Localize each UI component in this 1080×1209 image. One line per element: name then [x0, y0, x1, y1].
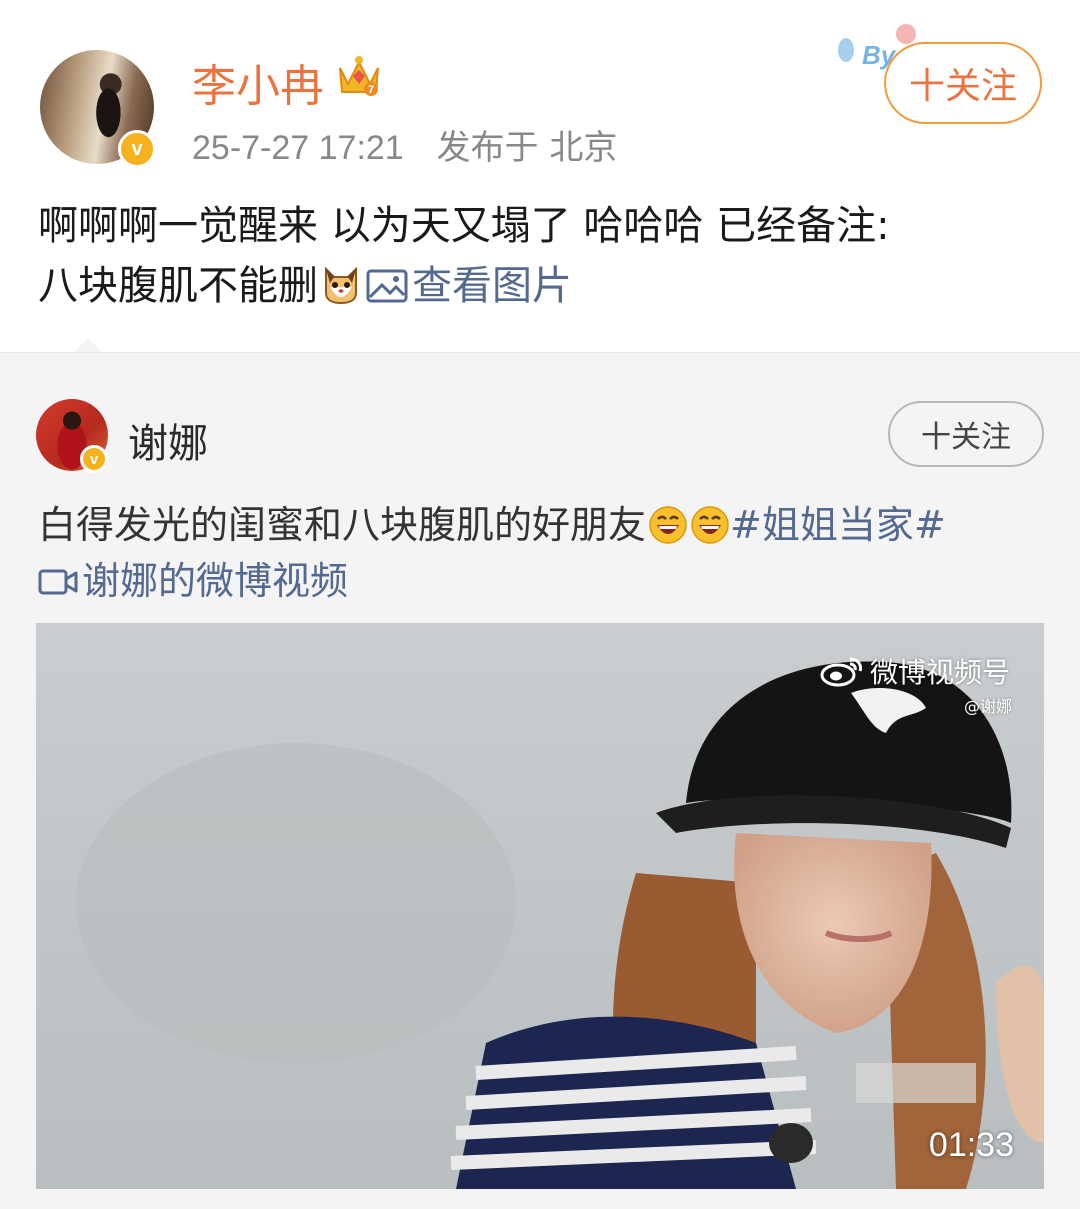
- view-image-link[interactable]: 查看图片: [366, 263, 572, 309]
- image-icon: [366, 269, 408, 303]
- laugh-emoji-icon: [649, 506, 687, 544]
- repost-text-body: 白得发光的闺蜜和八块腹肌的好朋友: [38, 503, 647, 547]
- verified-badge-icon: v: [118, 130, 156, 168]
- post-text: 啊啊啊一觉醒来 以为天又塌了 哈哈哈 已经备注: 八块腹肌不能删 查看图片: [38, 196, 1048, 316]
- post-time: 25-7-27 17:21: [192, 129, 404, 167]
- video-watermark: 微博视频号: [820, 651, 1010, 691]
- video-duration: 01:33: [928, 1126, 1014, 1164]
- follow-button[interactable]: 十关注: [884, 42, 1042, 124]
- video-camera-icon: [38, 569, 78, 595]
- post-location: 发布于 北京: [436, 128, 618, 168]
- repost-follow-button[interactable]: 十关注: [888, 401, 1044, 467]
- cat-emoji-icon: [325, 266, 357, 305]
- watermark-handle: @谢娜: [964, 697, 1013, 716]
- video-link[interactable]: 谢娜的微博视频: [38, 559, 348, 603]
- repost-text: 白得发光的闺蜜和八块腹肌的好朋友 #姐姐当家# 谢娜的微博视频: [38, 497, 1048, 609]
- verified-badge-icon: v: [80, 445, 108, 473]
- author-name[interactable]: 李小冉: [192, 50, 324, 114]
- watermark-text: 微博视频号: [870, 656, 1011, 689]
- hashtag-link[interactable]: #姐姐当家#: [730, 503, 946, 547]
- weibo-post: v 李小冉 7 25-7-27 17:21 发布于 北京 By 十关注 啊啊啊一…: [0, 0, 1080, 352]
- post-meta: 25-7-27 17:21 发布于 北京: [192, 120, 617, 169]
- crown-icon[interactable]: 7: [336, 54, 382, 98]
- laugh-emoji-icon: [691, 506, 729, 544]
- weibo-logo-icon: [820, 657, 862, 687]
- reposted-content[interactable]: v 谢娜 十关注 白得发光的闺蜜和八块腹肌的好朋友 #姐姐当家# 谢娜的微博视频…: [0, 352, 1080, 1209]
- video-link-label: 谢娜的微博视频: [82, 559, 349, 603]
- svg-text:7: 7: [368, 84, 374, 96]
- video-thumbnail[interactable]: 微博视频号 @谢娜 01:33: [36, 623, 1044, 1189]
- repost-author-name[interactable]: 谢娜: [128, 411, 208, 469]
- video-frame-image: [76, 661, 1044, 1189]
- view-image-label: 查看图片: [412, 263, 572, 309]
- post-text-line2: 八块腹肌不能删: [38, 263, 318, 309]
- post-text-line1: 啊啊啊一觉醒来 以为天又塌了 哈哈哈 已经备注:: [38, 203, 890, 249]
